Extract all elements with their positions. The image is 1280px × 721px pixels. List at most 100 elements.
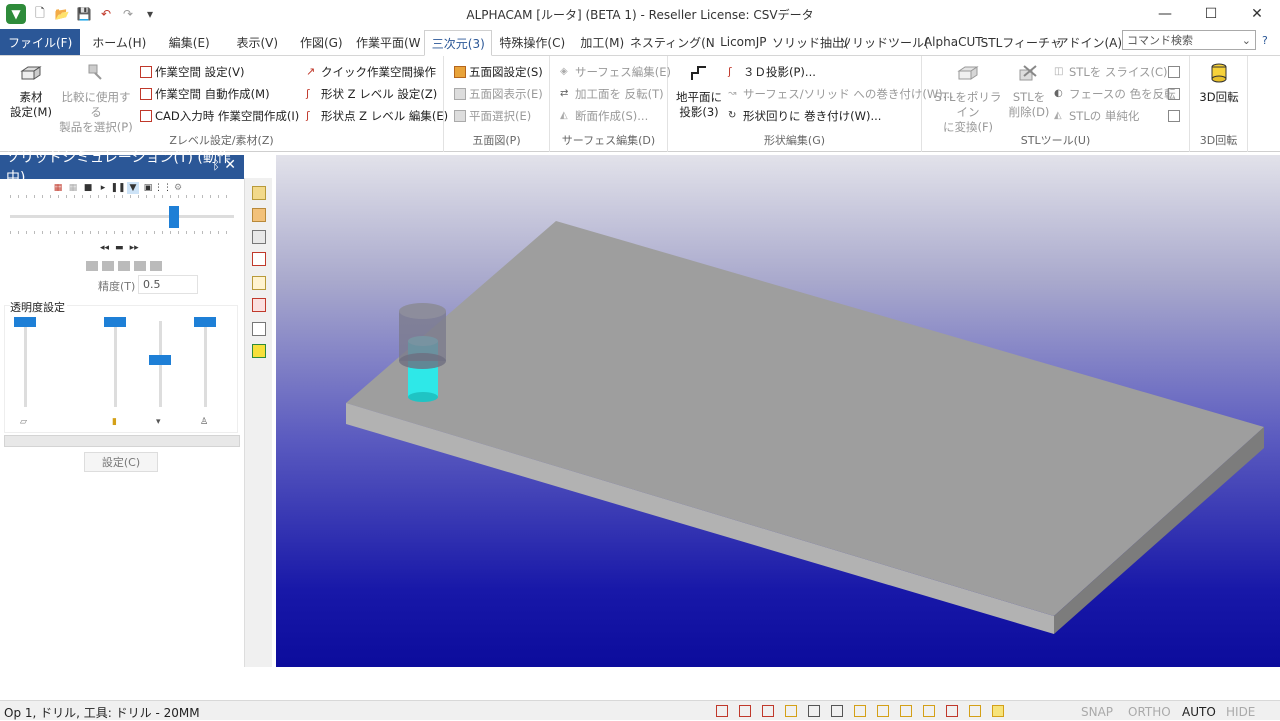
hide-toggle[interactable]: HIDE	[1226, 705, 1255, 719]
rotate-3d-button[interactable]: 3D回転	[1196, 60, 1242, 105]
tab-nesting[interactable]: ネスティング(N	[630, 29, 715, 55]
close-button[interactable]: ✕	[1234, 0, 1280, 28]
five-face-display-button[interactable]: 五面図表示(E)	[454, 86, 543, 102]
status-icon-7[interactable]	[854, 705, 866, 717]
stl-to-polyline-button[interactable]: STLをポリライン に変換(F)	[930, 60, 1006, 135]
stop-icon[interactable]: ■	[82, 182, 94, 194]
new-file-icon[interactable]: 🗋	[32, 6, 48, 22]
playback-slider-track[interactable]	[10, 215, 234, 218]
transparency-track-2[interactable]	[114, 321, 117, 407]
strip-tool-icon[interactable]	[252, 208, 266, 222]
stl-delete-button[interactable]: STLを 削除(D)	[1006, 60, 1052, 120]
tab-edit[interactable]: 編集(E)	[154, 29, 224, 55]
surface-edit-button[interactable]: ◈ サーフェス編集(E)	[560, 64, 671, 80]
workspace-auto-button[interactable]: 作業空間 自動作成(M)	[140, 86, 270, 102]
snap-toggle[interactable]: SNAP	[1081, 705, 1113, 719]
auto-toggle[interactable]: AUTO	[1182, 705, 1216, 719]
transparency-thumb-1[interactable]	[14, 317, 36, 327]
tab-licomjp[interactable]: LicomJP	[712, 29, 774, 55]
plane-select-button[interactable]: 平面選択(E)	[454, 108, 531, 124]
stl-extra-icon-3[interactable]	[1168, 110, 1180, 122]
minimize-button[interactable]: —	[1142, 0, 1188, 28]
fast-forward-icon[interactable]: ▸▸	[130, 243, 139, 253]
section-create-button[interactable]: ◭ 断面作成(S)...	[560, 108, 648, 124]
playback-slider-thumb[interactable]	[168, 206, 179, 228]
wrap-surface-button[interactable]: ↝ サーフェス/ソリッド への巻き付け(W)...	[728, 86, 954, 102]
save-sim-icon[interactable]	[134, 261, 146, 271]
status-icon-12[interactable]	[969, 705, 981, 717]
stl-simplify-button[interactable]: ◭ STLの 単純化	[1054, 108, 1139, 124]
sim-extra-icon-1[interactable]	[86, 261, 98, 271]
tab-machining[interactable]: 加工(M)	[572, 29, 632, 55]
tab-special-ops[interactable]: 特殊操作(C)	[492, 29, 572, 55]
step-icon[interactable]: ⋮⋮	[154, 182, 172, 194]
customize-qat-icon[interactable]: ▾	[142, 6, 158, 22]
pin-icon[interactable]: ᛒ	[212, 158, 220, 173]
redo-icon[interactable]: ↷	[120, 6, 136, 22]
status-icon-11[interactable]	[946, 705, 958, 717]
3d-viewport[interactable]	[276, 155, 1280, 667]
shape-z-level-button[interactable]: ʃ 形状 Z レベル 設定(Z)	[306, 86, 437, 102]
ortho-toggle[interactable]: ORTHO	[1128, 705, 1171, 719]
strip-calc-icon[interactable]	[252, 298, 266, 312]
workspace-settings-button[interactable]: 作業空間 設定(V)	[140, 64, 245, 80]
sim-compare-icon[interactable]: ▦	[67, 182, 79, 194]
strip-doc-icon[interactable]	[252, 252, 266, 266]
sim-options-icon[interactable]: ▦	[52, 182, 64, 194]
strip-page-icon[interactable]	[252, 322, 266, 336]
shape-point-z-button[interactable]: ʃ 形状点 Z レベル 編集(E)	[306, 108, 448, 124]
wrap-shape-button[interactable]: ↻ 形状回りに 巻き付け(W)...	[728, 108, 881, 124]
tab-alphacut[interactable]: AlphaCUT	[922, 29, 984, 55]
status-icon-6[interactable]	[831, 705, 843, 717]
pause-icon[interactable]: ❚❚	[110, 182, 125, 194]
precision-input[interactable]: 0.5	[138, 275, 198, 294]
stl-extra-icon-2[interactable]	[1168, 88, 1180, 100]
status-icon-5[interactable]	[808, 705, 820, 717]
machining-face-flip-button[interactable]: ⇄ 加工面を 反転(T)	[560, 86, 664, 102]
tab-stl-features[interactable]: STLフィーチャ	[981, 29, 1062, 55]
status-icon-8[interactable]	[877, 705, 889, 717]
strip-layer-icon[interactable]	[252, 186, 266, 200]
tab-solid-extract[interactable]: ソリッド抽出(	[772, 29, 849, 55]
projection-3d-button[interactable]: ʃ ３Ｄ投影(P)...	[728, 64, 816, 80]
transparency-thumb-2[interactable]	[104, 317, 126, 327]
tab-file[interactable]: ファイル(F)	[0, 29, 81, 55]
five-face-settings-button[interactable]: 五面図設定(S)	[454, 64, 543, 80]
tab-home[interactable]: ホーム(H)	[84, 29, 154, 55]
sim-extra-icon-5[interactable]	[150, 261, 162, 271]
command-search-input[interactable]: コマンド検索 ⌄	[1122, 30, 1256, 50]
status-icon-3[interactable]	[762, 705, 774, 717]
view-frame-icon[interactable]: ▣	[142, 182, 154, 194]
chevron-down-icon[interactable]: ⌄	[1242, 34, 1251, 47]
status-icon-1[interactable]	[716, 705, 728, 717]
tab-addins[interactable]: アドイン(A)	[1057, 29, 1123, 55]
material-settings-button[interactable]: 素材 設定(M)	[8, 60, 54, 120]
status-icon-4[interactable]	[785, 705, 797, 717]
maximize-button[interactable]: ☐	[1188, 0, 1234, 28]
tab-solid-tools[interactable]: ソリッドツール(	[840, 29, 929, 55]
sim-extra-icon-2[interactable]	[102, 261, 114, 271]
transparency-track-4[interactable]	[204, 321, 207, 407]
open-file-icon[interactable]: 📂	[54, 6, 70, 22]
rewind-icon[interactable]: ◂◂	[100, 243, 109, 253]
quick-workspace-button[interactable]: ↗ クイック作業空間操作	[306, 64, 436, 80]
status-icon-13[interactable]	[992, 705, 1004, 717]
strip-table-icon[interactable]	[252, 230, 266, 244]
transparency-track-1[interactable]	[24, 321, 27, 407]
workspace-cad-button[interactable]: CAD入力時 作業空間作成(I)	[140, 108, 299, 124]
compare-product-button[interactable]: 比較に使用する 製品を選択(P)	[56, 60, 136, 135]
ground-project-button[interactable]: 地平面に 投影(3)	[674, 60, 724, 120]
tab-workplane[interactable]: 作業平面(W	[352, 29, 424, 55]
tool-view-icon[interactable]: ▼	[127, 182, 139, 194]
menu-icon[interactable]: ▬	[115, 243, 124, 253]
strip-addin-icon[interactable]	[252, 344, 266, 358]
transparency-thumb-4[interactable]	[194, 317, 216, 327]
tab-3d[interactable]: 三次元(3)	[424, 30, 493, 56]
stl-slice-button[interactable]: ◫ STLを スライス(C)	[1054, 64, 1168, 80]
stl-extra-icon-1[interactable]	[1168, 66, 1180, 78]
app-logo-icon[interactable]: ▼	[6, 4, 26, 24]
tool-path-icon[interactable]: ⚙	[172, 182, 184, 194]
undo-icon[interactable]: ↶	[98, 6, 114, 22]
transparency-thumb-3[interactable]	[149, 355, 171, 365]
sim-extra-icon-3[interactable]	[118, 261, 130, 271]
